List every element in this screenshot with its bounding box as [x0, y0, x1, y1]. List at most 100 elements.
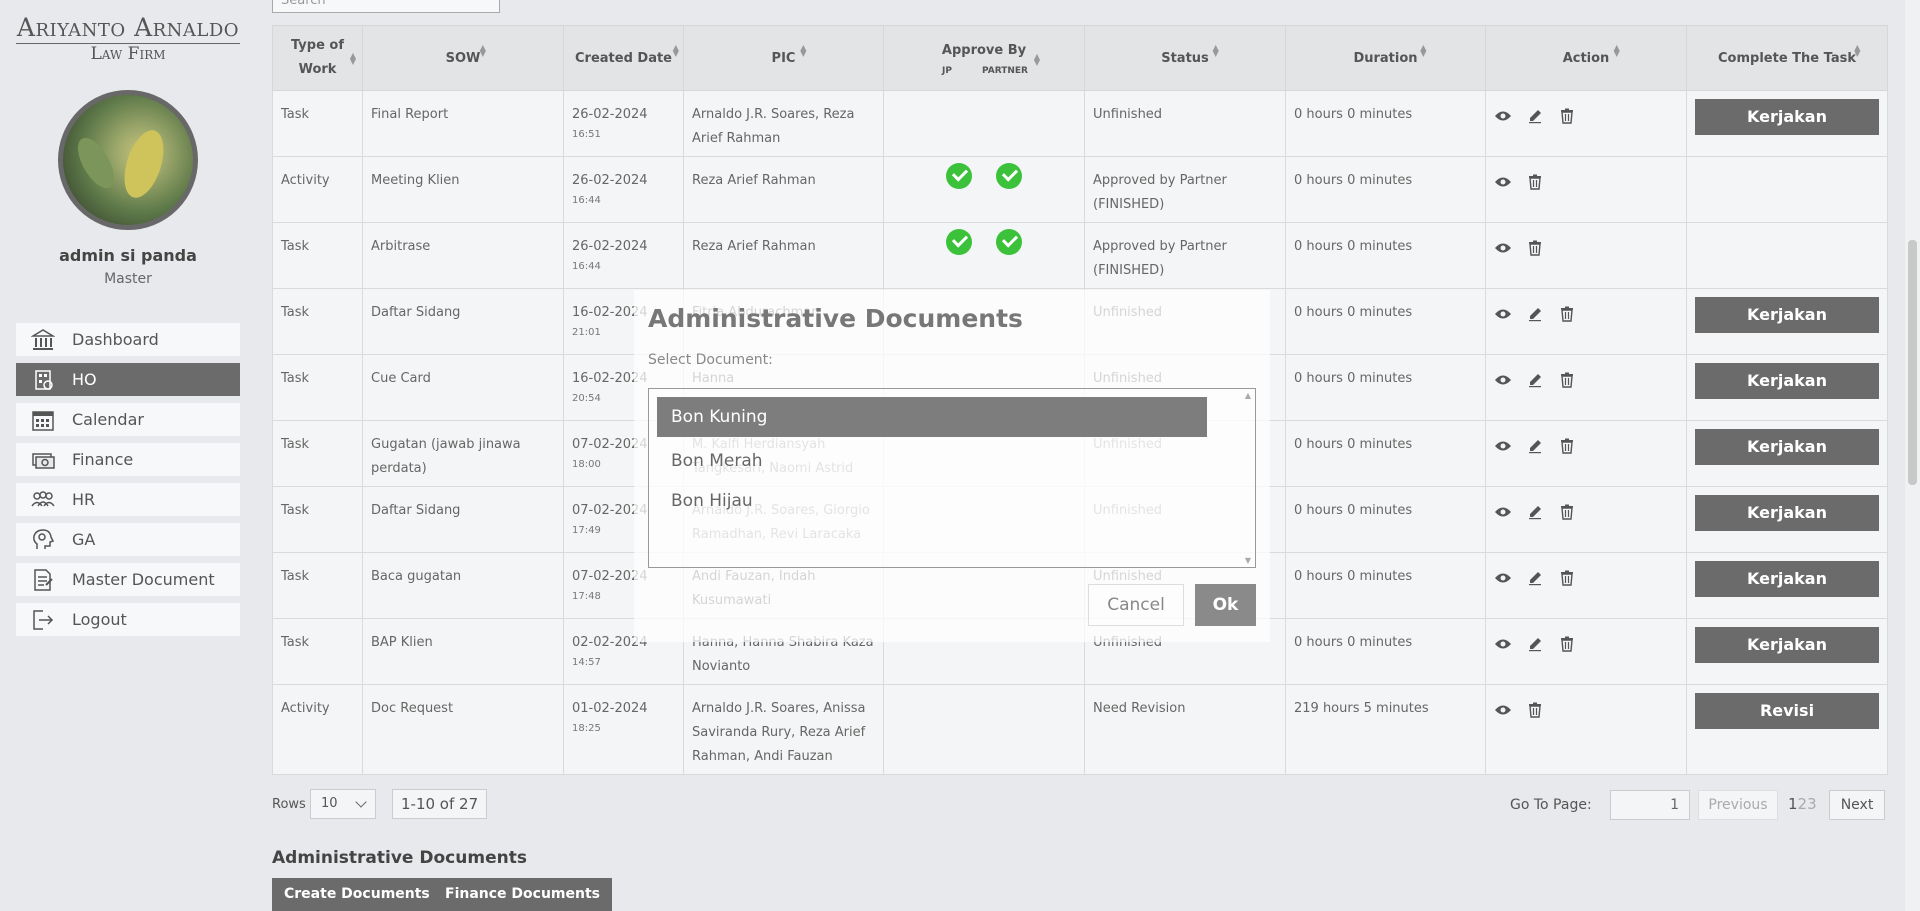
document-option[interactable]: Bon Kuning — [657, 397, 1207, 437]
view-icon[interactable] — [1494, 701, 1512, 719]
kerjakan-button[interactable]: Kerjakan — [1695, 495, 1879, 531]
kerjakan-button[interactable]: Kerjakan — [1695, 627, 1879, 663]
cancel-button[interactable]: Cancel — [1088, 584, 1184, 626]
page-link-2[interactable]: 2 — [1798, 795, 1808, 813]
view-icon[interactable] — [1494, 503, 1512, 521]
column-header[interactable]: Action ▲ ▼ — [1485, 25, 1687, 91]
calendar-icon — [30, 409, 56, 431]
column-header-label: Complete The Task — [1718, 50, 1856, 66]
view-icon[interactable] — [1494, 239, 1512, 257]
column-header-label: Created Date — [575, 50, 672, 66]
cell-sow: Baca gugatan — [362, 552, 564, 619]
column-header[interactable]: Approve By ▲ ▼ JP PARTNER — [883, 25, 1085, 91]
cell-type: Task — [272, 618, 363, 685]
delete-icon[interactable] — [1558, 371, 1576, 389]
sort-icon[interactable]: ▲ ▼ — [673, 44, 679, 58]
column-header[interactable]: PIC ▲ ▼ — [683, 25, 884, 91]
ok-button[interactable]: Ok — [1195, 584, 1256, 626]
view-icon[interactable] — [1494, 305, 1512, 323]
delete-icon[interactable] — [1558, 107, 1576, 125]
document-option[interactable]: Bon Merah — [657, 441, 1207, 481]
sort-icon[interactable]: ▲ ▼ — [800, 44, 806, 58]
previous-button[interactable]: Previous — [1698, 790, 1778, 820]
column-header[interactable]: Created Date ▲ ▼ — [563, 25, 684, 91]
delete-icon[interactable] — [1558, 305, 1576, 323]
sidebar-item-label: Master Document — [72, 570, 215, 589]
column-header[interactable]: Status ▲ ▼ — [1084, 25, 1286, 91]
cell-duration: 0 hours 0 minutes — [1285, 354, 1486, 421]
edit-icon[interactable] — [1526, 305, 1544, 323]
sort-icon[interactable]: ▲ ▼ — [480, 44, 486, 58]
cell-sow: Gugatan (jawab jinawa perdata) — [362, 420, 564, 487]
sidebar-item-calendar[interactable]: Calendar — [16, 403, 240, 436]
delete-icon[interactable] — [1558, 437, 1576, 455]
sidebar-item-master-document[interactable]: Master Document — [16, 563, 240, 596]
edit-icon[interactable] — [1526, 569, 1544, 587]
goto-page-input[interactable]: 1 — [1610, 790, 1690, 820]
cell-action — [1485, 222, 1687, 289]
document-listbox[interactable]: ▲ ▼ Bon Kuning Bon Merah Bon Hijau — [648, 388, 1256, 568]
column-header[interactable]: Complete The Task ▲ ▼ — [1686, 25, 1888, 91]
view-icon[interactable] — [1494, 569, 1512, 587]
sidebar-item-finance[interactable]: Finance — [16, 443, 240, 476]
column-header[interactable]: Type of Work ▲ ▼ — [272, 25, 363, 91]
scroll-up-icon[interactable]: ▲ — [1245, 391, 1251, 400]
cell-complete-task: Kerjakan — [1686, 354, 1888, 421]
user-name: admin si panda — [59, 246, 197, 265]
sort-icon[interactable]: ▲ ▼ — [1034, 53, 1040, 67]
delete-icon[interactable] — [1526, 173, 1544, 191]
sidebar-item-hr[interactable]: HR — [16, 483, 240, 516]
view-icon[interactable] — [1494, 437, 1512, 455]
sort-icon[interactable]: ▲ ▼ — [1854, 44, 1860, 58]
date-text: 26-02-2024 — [572, 173, 648, 188]
view-icon[interactable] — [1494, 107, 1512, 125]
scrollbar-thumb[interactable] — [1908, 240, 1917, 485]
kerjakan-button[interactable]: Kerjakan — [1695, 99, 1879, 135]
rows-per-page-select[interactable]: 10 — [310, 789, 376, 819]
delete-icon[interactable] — [1558, 503, 1576, 521]
delete-icon[interactable] — [1526, 239, 1544, 257]
page-scrollbar[interactable] — [1905, 0, 1920, 911]
sort-icon[interactable]: ▲ ▼ — [1614, 44, 1620, 58]
page-link-3[interactable]: 3 — [1807, 795, 1817, 813]
edit-icon[interactable] — [1526, 437, 1544, 455]
sort-icon[interactable]: ▲ ▼ — [1213, 44, 1219, 58]
delete-icon[interactable] — [1558, 635, 1576, 653]
sidebar-item-ho[interactable]: HO — [16, 363, 240, 396]
kerjakan-button[interactable]: Kerjakan — [1695, 363, 1879, 399]
partner-approved-check-icon — [996, 163, 1022, 189]
kerjakan-button[interactable]: Kerjakan — [1695, 561, 1879, 597]
next-button[interactable]: Next — [1829, 790, 1885, 820]
table-header-row: Type of Work ▲ ▼ SOW ▲ ▼ Created Date ▲ ▼ PIC ▲ ▼ Ap… — [272, 25, 1888, 91]
brand-logo: Ariyanto Arnaldo Law Firm — [16, 14, 240, 64]
page-link-1[interactable]: 1 — [1788, 795, 1798, 813]
action-icons — [1494, 169, 1678, 191]
edit-icon[interactable] — [1526, 635, 1544, 653]
scroll-down-icon[interactable]: ▼ — [1245, 556, 1251, 565]
view-icon[interactable] — [1494, 635, 1512, 653]
sort-icon[interactable]: ▲ ▼ — [350, 52, 356, 66]
cell-approve-by — [883, 684, 1085, 775]
edit-icon[interactable] — [1526, 371, 1544, 389]
kerjakan-button[interactable]: Kerjakan — [1695, 429, 1879, 465]
sidebar-item-logout[interactable]: Logout — [16, 603, 240, 636]
revisi-button[interactable]: Revisi — [1695, 693, 1879, 729]
column-header[interactable]: Duration ▲ ▼ — [1285, 25, 1486, 91]
edit-icon[interactable] — [1526, 503, 1544, 521]
cell-action — [1485, 684, 1687, 775]
view-icon[interactable] — [1494, 371, 1512, 389]
document-option[interactable]: Bon Hijau — [657, 481, 1207, 521]
create-documents-button[interactable]: Create Documents — [272, 878, 442, 911]
sort-icon[interactable]: ▲ ▼ — [1420, 44, 1426, 58]
column-header[interactable]: SOW ▲ ▼ — [362, 25, 564, 91]
time-text: 14:57 — [572, 657, 601, 668]
sidebar-item-dashboard[interactable]: Dashboard — [16, 323, 240, 356]
finance-documents-button[interactable]: Finance Documents — [433, 878, 612, 911]
view-icon[interactable] — [1494, 173, 1512, 191]
delete-icon[interactable] — [1526, 701, 1544, 719]
delete-icon[interactable] — [1558, 569, 1576, 587]
edit-icon[interactable] — [1526, 107, 1544, 125]
sidebar-item-ga[interactable]: GA — [16, 523, 240, 556]
search-input[interactable]: Search — [272, 0, 500, 13]
kerjakan-button[interactable]: Kerjakan — [1695, 297, 1879, 333]
